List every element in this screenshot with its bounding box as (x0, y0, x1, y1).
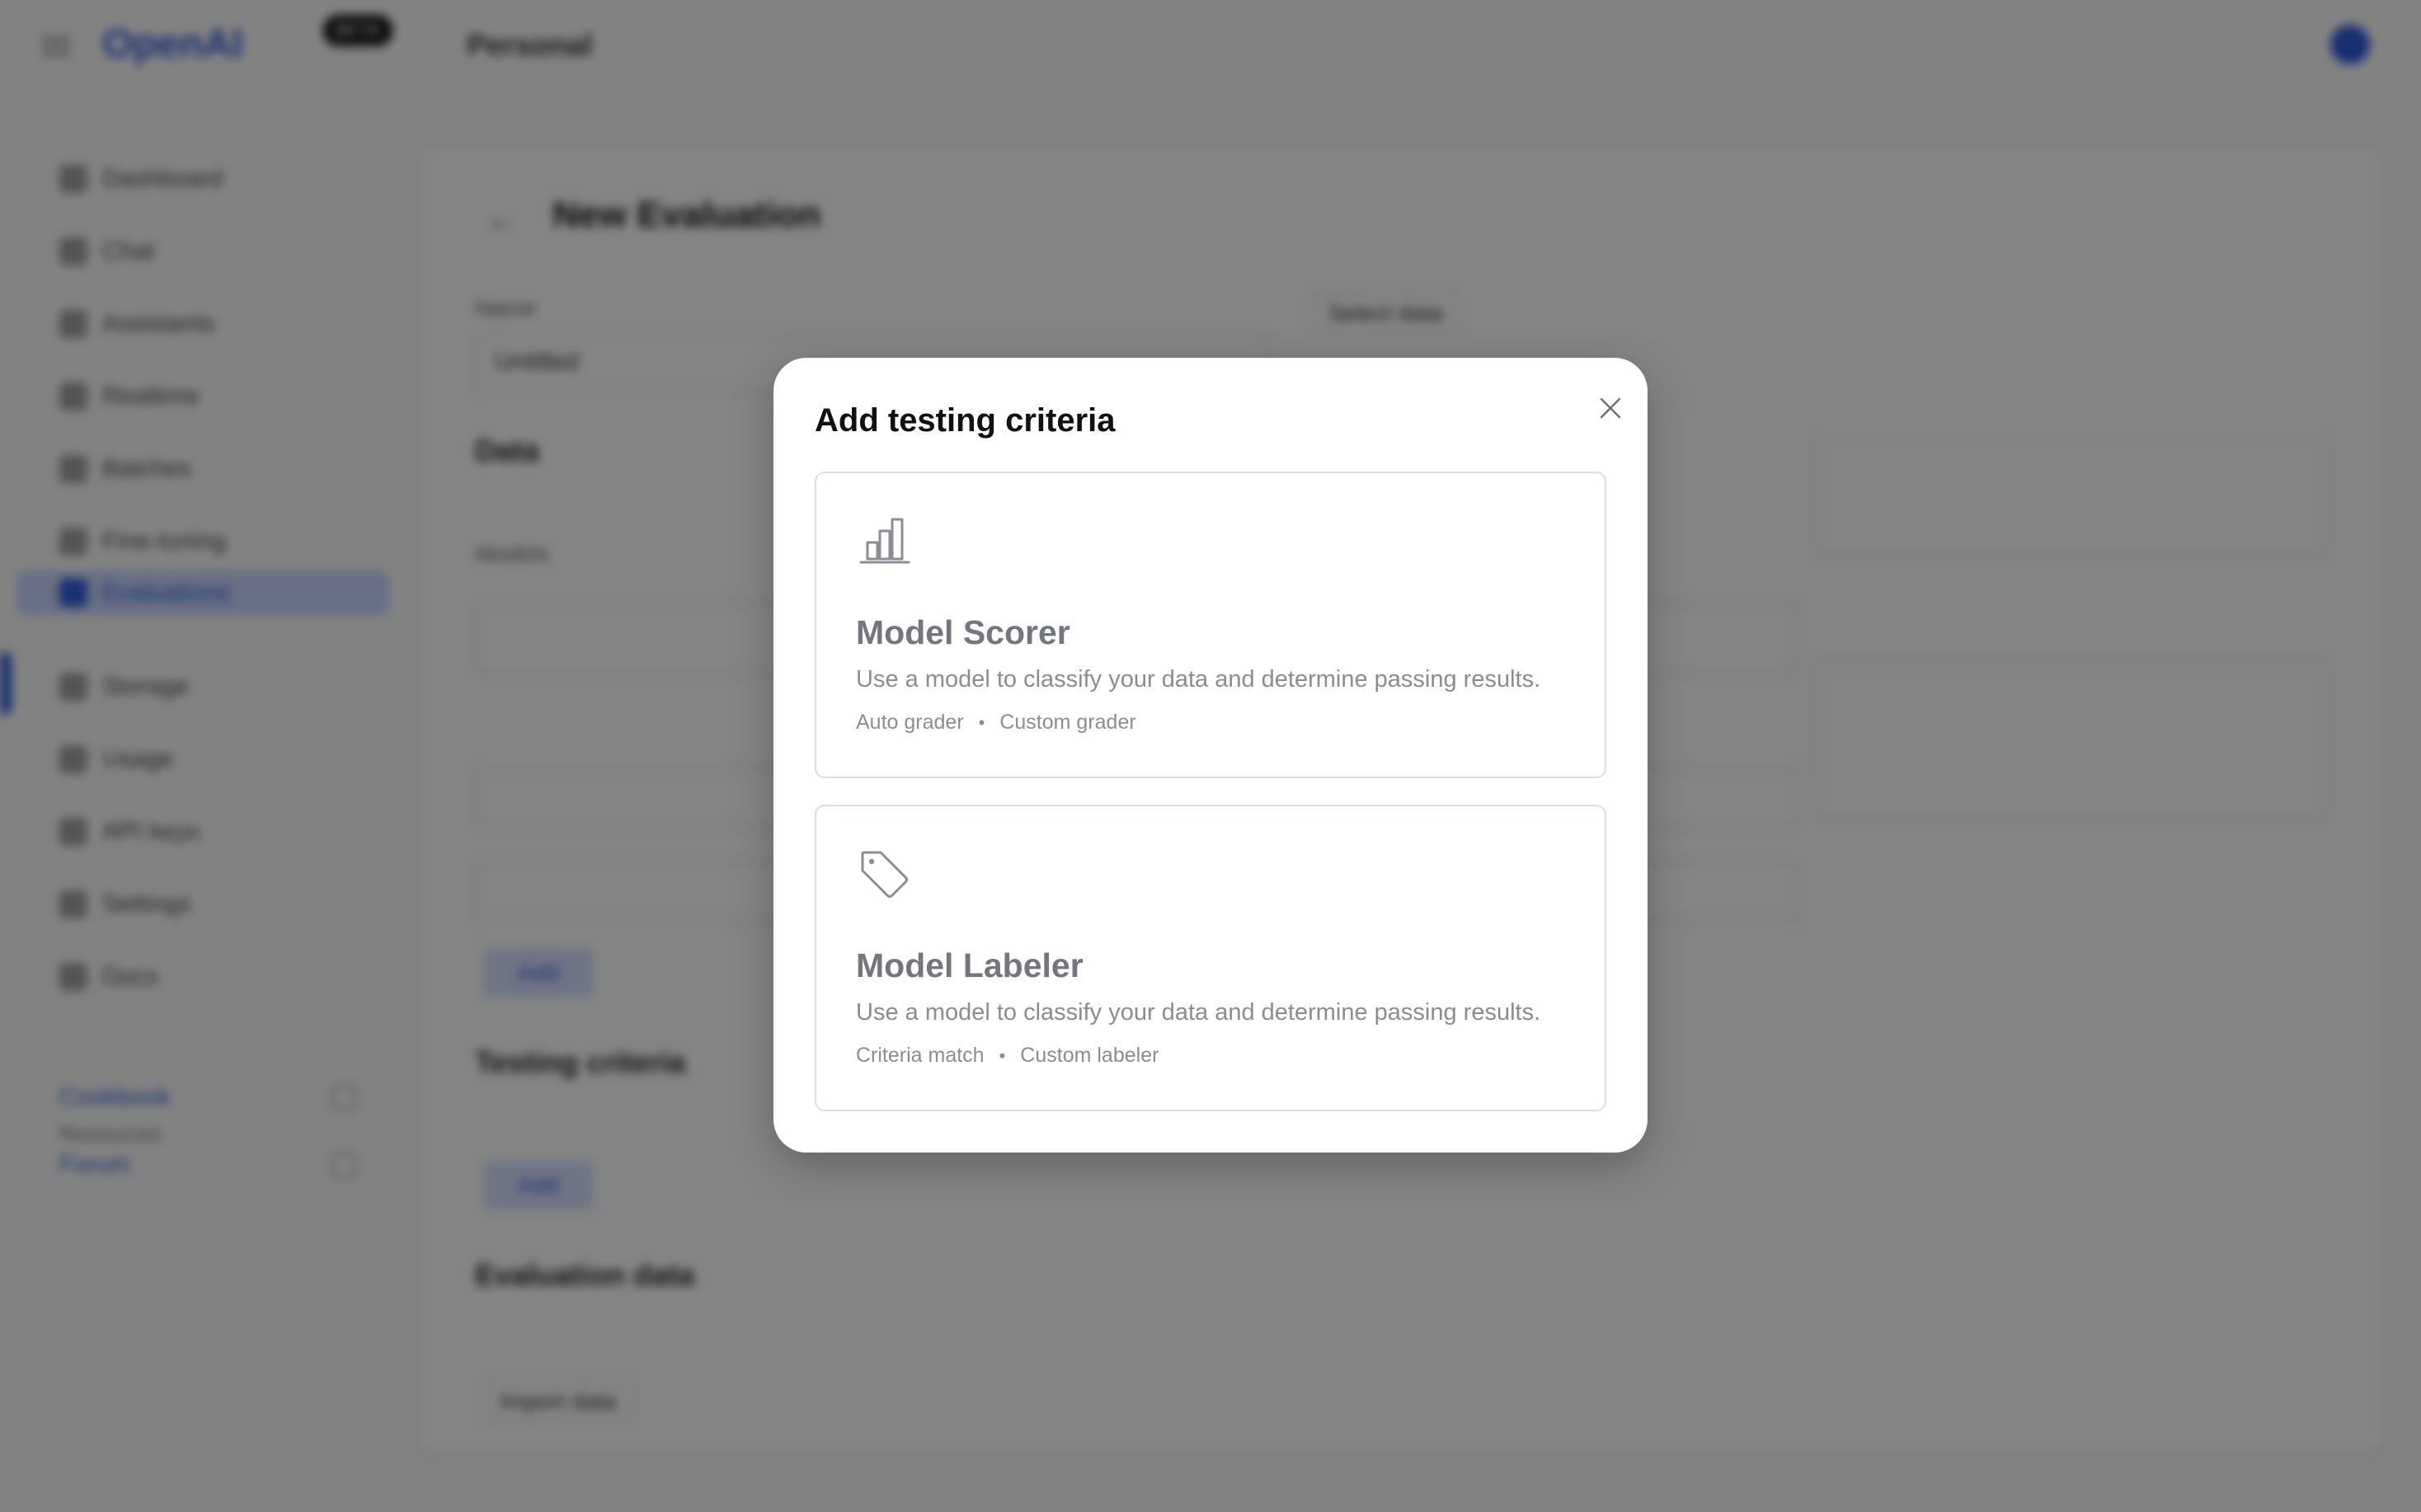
model-scorer-option[interactable]: Model Scorer Use a model to classify you… (815, 472, 1606, 778)
option-tags: Auto grader • Custom grader (856, 711, 1136, 735)
option-description: Use a model to classify your data and de… (856, 666, 1541, 693)
close-button[interactable] (1590, 387, 1631, 429)
bar-chart-icon (859, 518, 910, 564)
separator-dot: • (978, 711, 985, 733)
close-icon (1600, 397, 1621, 419)
tag-label: Custom grader (999, 711, 1136, 734)
model-labeler-option[interactable]: Model Labeler Use a model to classify yo… (815, 805, 1606, 1111)
add-testing-criteria-modal: Add testing criteria Model Scorer Use a … (773, 358, 1648, 1153)
modal-title: Add testing criteria (815, 402, 1116, 439)
separator-dot: • (999, 1045, 1006, 1066)
tag-icon (861, 851, 908, 898)
tag-label: Auto grader (856, 711, 964, 734)
option-title: Model Labeler (856, 946, 1084, 984)
tag-label: Criteria match (856, 1044, 985, 1067)
option-description: Use a model to classify your data and de… (856, 999, 1541, 1026)
option-title: Model Scorer (856, 613, 1070, 651)
option-tags: Criteria match • Custom labeler (856, 1044, 1159, 1068)
tag-label: Custom labeler (1020, 1044, 1159, 1067)
